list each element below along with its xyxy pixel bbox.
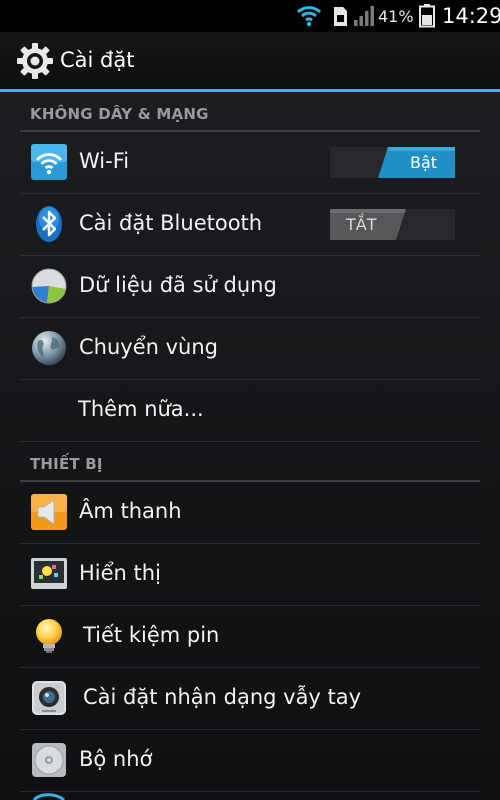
- settings-item-label: Chuyển vùng: [79, 335, 218, 359]
- settings-item-power-saving[interactable]: Tiết kiệm pin: [20, 606, 480, 668]
- battery-icon: [419, 4, 435, 28]
- wifi-icon: [31, 144, 67, 180]
- sim-card-icon: [334, 7, 347, 26]
- gear-icon[interactable]: [16, 42, 54, 80]
- data-usage-icon: [31, 268, 67, 304]
- settings-item-data-usage[interactable]: Dữ liệu đã sử dụng: [20, 256, 480, 318]
- settings-item-gesture[interactable]: Cài đặt nhận dạng vẫy tay: [20, 668, 480, 730]
- wifi-toggle[interactable]: Bật: [330, 147, 455, 178]
- clock: 14:29: [442, 4, 500, 28]
- settings-item-label: Âm thanh: [79, 499, 182, 523]
- toggle-label: Bật: [410, 153, 438, 172]
- settings-item-label: Hiển thị: [79, 561, 161, 585]
- settings-item-bluetooth[interactable]: Cài đặt Bluetooth TẮT: [20, 194, 480, 256]
- settings-item-roaming[interactable]: Chuyển vùng: [20, 318, 480, 380]
- settings-item-more[interactable]: Thêm nữa...: [20, 380, 480, 442]
- display-icon: [31, 558, 67, 589]
- storage-disc-icon: [32, 743, 66, 777]
- settings-item-label: Thêm nữa...: [78, 397, 204, 421]
- speaker-icon: [31, 494, 67, 530]
- wifi-signal-icon: [296, 6, 322, 27]
- settings-item-label: Cài đặt nhận dạng vẫy tay: [83, 685, 362, 709]
- bluetooth-toggle[interactable]: TẮT: [330, 209, 455, 240]
- battery-percent: 41%: [378, 7, 414, 26]
- settings-item-sound[interactable]: Âm thanh: [20, 482, 480, 544]
- settings-item-wifi[interactable]: Wi-Fi Bật: [20, 132, 480, 194]
- settings-item-label: Wi-Fi: [79, 149, 130, 173]
- bluetooth-icon: [36, 206, 62, 242]
- section-header-wireless: KHÔNG DÂY & MẠNG: [20, 92, 480, 132]
- settings-item-label: Dữ liệu đã sử dụng: [79, 273, 277, 297]
- section-header-device: THIẾT BỊ: [20, 442, 480, 482]
- settings-item-storage[interactable]: Bộ nhớ: [20, 730, 480, 792]
- settings-item-label: Bộ nhớ: [79, 747, 153, 771]
- action-bar: Cài đặt: [0, 32, 500, 90]
- partial-next-item-icon: [32, 793, 65, 800]
- globe-icon: [32, 331, 66, 365]
- settings-item-label: Cài đặt Bluetooth: [79, 211, 263, 235]
- page-title: Cài đặt: [60, 48, 135, 72]
- settings-item-display[interactable]: Hiển thị: [20, 544, 480, 606]
- camera-icon: [32, 681, 66, 715]
- section-header-label: THIẾT BỊ: [30, 455, 103, 473]
- light-bulb-icon: [36, 619, 62, 653]
- cell-signal-icon: [354, 6, 374, 26]
- section-header-label: KHÔNG DÂY & MẠNG: [30, 105, 209, 123]
- status-bar: 41% 14:29: [0, 0, 500, 32]
- settings-item-label: Tiết kiệm pin: [83, 623, 220, 647]
- toggle-label: TẮT: [346, 215, 377, 234]
- settings-list[interactable]: KHÔNG DÂY & MẠNG Wi-Fi Bật Cài đặt Bluet…: [0, 92, 500, 800]
